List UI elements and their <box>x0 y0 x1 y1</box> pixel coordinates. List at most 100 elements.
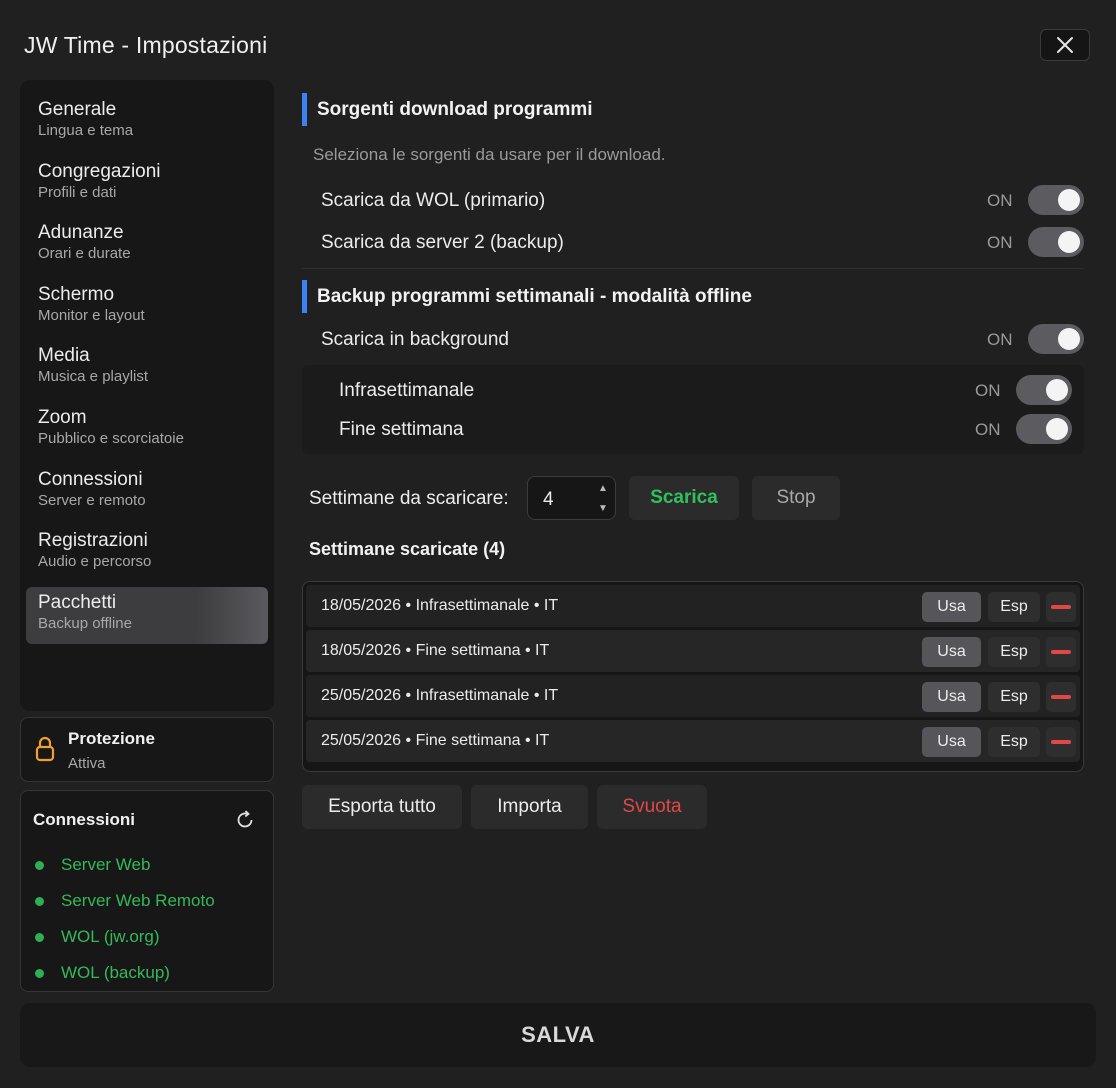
server2-source-toggle[interactable] <box>1028 227 1084 257</box>
minus-icon <box>1051 650 1071 654</box>
weeks-spinbox[interactable]: 4 ▲ ▼ <box>527 476 616 520</box>
midweek-label: Infrasettimanale <box>339 380 475 401</box>
weeks-to-download-label: Settimane da scaricare: <box>309 488 509 509</box>
connection-item-wol-jw: WOL (jw.org) <box>35 919 215 955</box>
midweek-toggle[interactable] <box>1016 375 1072 405</box>
sidebar-item-congregazioni[interactable]: Congregazioni Profili e dati <box>26 156 268 213</box>
sources-heading: Sorgenti download programmi <box>302 93 593 126</box>
server2-source-label: Scarica da server 2 (backup) <box>321 232 564 253</box>
protection-status: Attiva <box>68 755 106 772</box>
import-button[interactable]: Importa <box>471 785 588 829</box>
delete-button[interactable] <box>1046 682 1076 712</box>
sidebar-item-subtitle: Profili e dati <box>38 183 117 201</box>
sidebar-item-adunanze[interactable]: Adunanze Orari e durate <box>26 217 268 274</box>
close-icon <box>1057 37 1073 53</box>
export-button[interactable]: Esp <box>988 682 1040 712</box>
connections-panel: Connessioni Server Web Server Web Remoto… <box>20 790 274 992</box>
spin-down-icon[interactable]: ▼ <box>598 503 608 514</box>
sidebar-item-subtitle: Backup offline <box>38 614 132 632</box>
weekend-toggle[interactable] <box>1016 414 1072 444</box>
connection-item-server-web-remoto: Server Web Remoto <box>35 883 215 919</box>
connection-label: Server Web <box>61 855 151 874</box>
list-item: 18/05/2026 • Fine settimana • IT Usa Esp <box>306 630 1080 672</box>
sidebar-item-subtitle: Monitor e layout <box>38 306 145 324</box>
close-button[interactable] <box>1040 29 1090 61</box>
export-button[interactable]: Esp <box>988 637 1040 667</box>
sidebar-item-subtitle: Musica e playlist <box>38 368 149 386</box>
sidebar-item-pacchetti[interactable]: Pacchetti Backup offline <box>26 586 268 644</box>
sidebar-item-title: Congregazioni <box>38 160 161 182</box>
save-button[interactable]: SALVA <box>20 1003 1096 1067</box>
wol-source-label: Scarica da WOL (primario) <box>321 190 546 211</box>
midweek-state: ON <box>975 381 1001 400</box>
wol-source-state: ON <box>987 191 1013 210</box>
lock-icon <box>35 736 55 762</box>
sidebar-item-schermo[interactable]: Schermo Monitor e layout <box>26 279 268 336</box>
background-download-label: Scarica in background <box>321 329 509 350</box>
sidebar-item-title: Adunanze <box>38 222 124 244</box>
export-button[interactable]: Esp <box>988 592 1040 622</box>
week-entry-text: 18/05/2026 • Infrasettimanale • IT <box>321 597 559 614</box>
minus-icon <box>1051 740 1071 744</box>
sidebar-item-subtitle: Orari e durate <box>38 245 131 263</box>
use-button[interactable]: Usa <box>922 727 981 757</box>
weekend-label: Fine settimana <box>339 419 464 440</box>
list-item: 25/05/2026 • Fine settimana • IT Usa Esp <box>306 720 1080 762</box>
connection-item-wol-backup: WOL (backup) <box>35 955 215 991</box>
list-item: 18/05/2026 • Infrasettimanale • IT Usa E… <box>306 585 1080 627</box>
delete-button[interactable] <box>1046 727 1076 757</box>
sidebar-item-subtitle: Server e remoto <box>38 491 146 509</box>
download-button[interactable]: Scarica <box>629 476 739 520</box>
delete-button[interactable] <box>1046 637 1076 667</box>
window-title: JW Time - Impostazioni <box>24 32 268 58</box>
sidebar-item-media[interactable]: Media Musica e playlist <box>26 340 268 397</box>
weekend-state: ON <box>975 420 1001 439</box>
protection-title: Protezione <box>68 729 155 748</box>
sidebar-item-registrazioni[interactable]: Registrazioni Audio e percorso <box>26 525 268 582</box>
sidebar-item-connessioni[interactable]: Connessioni Server e remoto <box>26 464 268 521</box>
server2-source-state: ON <box>987 233 1013 252</box>
downloaded-weeks-list: 18/05/2026 • Infrasettimanale • IT Usa E… <box>302 581 1084 772</box>
sidebar-item-subtitle: Lingua e tema <box>38 122 134 139</box>
list-item: 25/05/2026 • Infrasettimanale • IT Usa E… <box>306 675 1080 717</box>
sidebar-item-subtitle: Pubblico e scorciatoie <box>38 429 184 447</box>
refresh-icon[interactable] <box>234 809 256 831</box>
sidebar-item-title: Media <box>38 345 90 367</box>
export-all-button[interactable]: Esporta tutto <box>302 785 462 829</box>
connection-label: Server Web Remoto <box>61 891 215 910</box>
week-entry-text: 18/05/2026 • Fine settimana • IT <box>321 642 550 659</box>
export-button[interactable]: Esp <box>988 727 1040 757</box>
sidebar-item-title: Zoom <box>38 406 87 428</box>
status-dot-icon <box>35 968 44 978</box>
sidebar-item-subtitle: Audio e percorso <box>38 553 152 571</box>
connection-item-server-web: Server Web <box>35 847 215 883</box>
stop-button[interactable]: Stop <box>752 476 840 520</box>
sidebar-item-zoom[interactable]: Zoom Pubblico e scorciatoie <box>26 402 268 459</box>
sidebar-item-title: Connessioni <box>38 468 143 490</box>
delete-button[interactable] <box>1046 592 1076 622</box>
background-download-state: ON <box>987 330 1013 349</box>
status-dot-icon <box>35 896 44 906</box>
connections-title: Connessioni <box>33 810 136 829</box>
use-button[interactable]: Usa <box>922 682 981 712</box>
background-download-toggle[interactable] <box>1028 324 1084 354</box>
week-entry-text: 25/05/2026 • Infrasettimanale • IT <box>321 687 559 704</box>
minus-icon <box>1051 695 1071 699</box>
spin-up-icon[interactable]: ▲ <box>598 483 608 494</box>
section-divider <box>302 268 1084 269</box>
sidebar-nav: Generale Lingua e tema Congregazioni Pro… <box>20 80 274 711</box>
weeks-value: 4 <box>543 489 554 510</box>
connection-label: WOL (jw.org) <box>61 927 160 946</box>
wol-source-toggle[interactable] <box>1028 185 1084 215</box>
sources-hint: Seleziona le sorgenti da usare per il do… <box>313 145 666 164</box>
clear-button[interactable]: Svuota <box>597 785 707 829</box>
sidebar-item-generale[interactable]: Generale Lingua e tema <box>26 94 268 151</box>
connection-label: WOL (backup) <box>61 963 170 982</box>
status-dot-icon <box>35 860 44 870</box>
sidebar-item-title: Generale <box>38 99 117 120</box>
protection-panel: Protezione Attiva <box>20 717 274 782</box>
minus-icon <box>1051 605 1071 609</box>
use-button[interactable]: Usa <box>922 637 981 667</box>
downloaded-weeks-title: Settimane scaricate (4) <box>309 539 506 559</box>
use-button[interactable]: Usa <box>922 592 981 622</box>
